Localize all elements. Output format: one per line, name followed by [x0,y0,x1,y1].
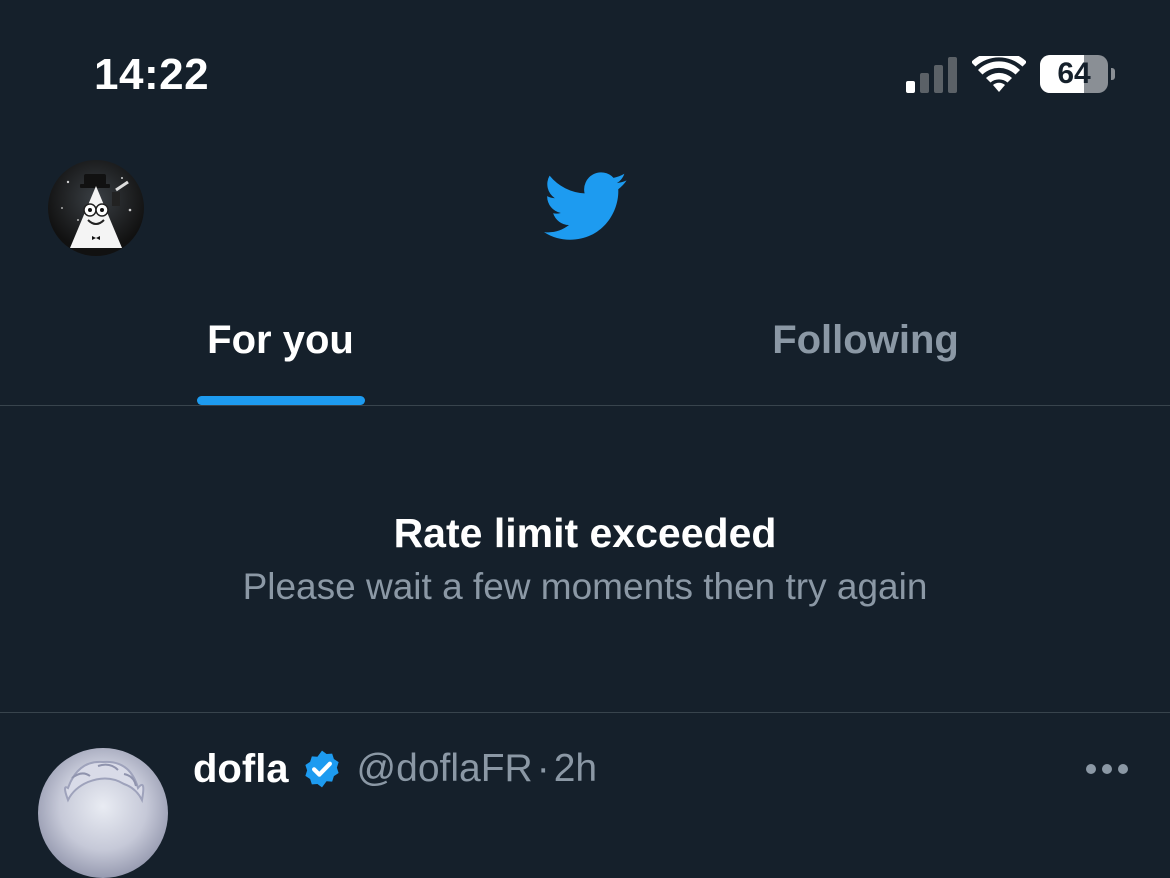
battery-indicator: 64 [1040,55,1116,93]
tweet-timestamp[interactable]: 2h [554,747,597,791]
error-subtitle: Please wait a few moments then try again [242,566,928,607]
battery-level: 64 [1057,57,1091,90]
status-bar: 14:22 64 [0,0,1170,150]
timeline-tabs: For you Following [0,290,1170,406]
tab-following-label: Following [772,318,959,362]
wifi-icon [972,56,1026,92]
tab-for-you[interactable]: For you [0,290,573,405]
error-title: Rate limit exceeded [393,510,777,556]
more-options-icon[interactable] [1084,762,1130,776]
active-tab-indicator [197,396,365,405]
divider [0,712,1170,713]
tab-following[interactable]: Following [573,290,1158,405]
tab-for-you-label: For you [207,318,354,362]
avatar-image [61,174,132,248]
tweet-avatar[interactable] [38,748,168,878]
cellular-signal-icon [906,57,957,93]
twitter-bird-icon[interactable] [544,172,628,242]
tweet-header: dofla @doflaFR · 2h [193,744,597,794]
status-time: 14:22 [94,50,210,99]
tweet-author-name[interactable]: dofla [193,747,289,792]
tweet-separator: · [536,747,550,790]
tweet-avatar-image [64,760,145,804]
verified-badge-icon [304,750,339,788]
tweet-author-handle[interactable]: @doflaFR [357,747,533,791]
profile-avatar[interactable] [48,160,144,256]
